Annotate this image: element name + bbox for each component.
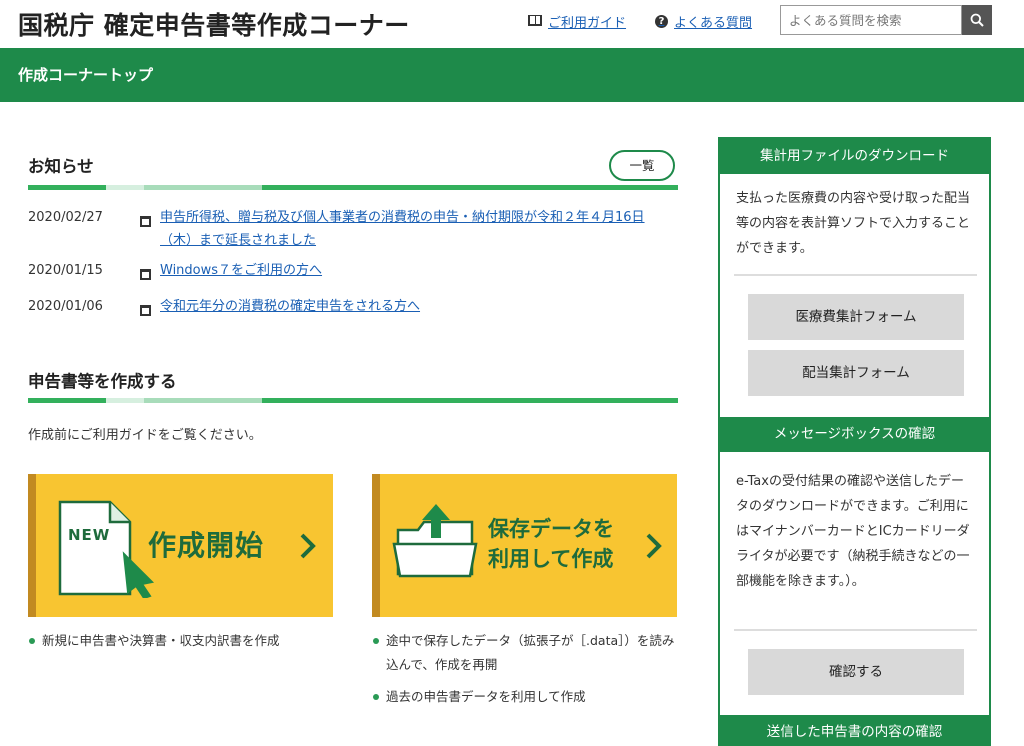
sent-section-title[interactable]: 送信した申告書の内容の確認	[720, 715, 989, 746]
load-saved-card[interactable]: 保存データを 利用して作成	[372, 474, 677, 617]
site-header: 国税庁 確定申告書等作成コーナー ご利用ガイド ? よくある質問	[0, 0, 1024, 46]
chevron-right-icon	[300, 533, 316, 559]
divider	[734, 629, 977, 631]
window-icon	[140, 206, 160, 252]
new-badge: NEW	[68, 526, 111, 544]
faq-search	[780, 5, 992, 35]
list-item: 新規に申告書や決算書・収支内訳書を作成	[28, 629, 333, 653]
window-icon	[140, 259, 160, 288]
news-item: 2020/01/06 令和元年分の消費税の確定申告をされる方へ	[28, 295, 678, 324]
load-saved-label-line2: 利用して作成	[488, 547, 614, 571]
news-item: 2020/01/15 Windows７をご利用の方へ	[28, 259, 678, 288]
search-button[interactable]	[962, 5, 992, 35]
news-date: 2020/02/27	[28, 210, 103, 225]
new-bullet-list: 新規に申告書や決算書・収支内訳書を作成	[28, 629, 333, 653]
download-description: 支払った医療費の内容や受け取った配当等の内容を表計算ソフトで入力することができま…	[736, 191, 971, 256]
create-divider	[28, 398, 678, 403]
messagebox-section-title: メッセージボックスの確認	[720, 417, 989, 452]
folder-upload-icon	[392, 504, 478, 578]
nav-bar: 作成コーナートップ	[0, 48, 1024, 102]
news-link[interactable]: Windows７をご利用の方へ	[160, 259, 322, 288]
news-date: 2020/01/15	[28, 263, 103, 278]
news-section-title: お知らせ	[28, 157, 94, 176]
question-icon: ?	[655, 15, 668, 28]
book-icon	[528, 14, 542, 29]
site-title[interactable]: 国税庁 確定申告書等作成コーナー	[18, 6, 410, 42]
search-icon	[970, 13, 984, 27]
start-new-card[interactable]: NEW 作成開始	[28, 474, 333, 617]
list-item: 過去の申告書データを利用して作成	[372, 685, 684, 709]
faq-link[interactable]: ? よくある質問	[655, 12, 752, 31]
new-document-icon	[58, 500, 155, 598]
news-divider	[28, 185, 678, 190]
create-section-title: 申告書等を作成する	[28, 372, 177, 391]
news-list: 2020/02/27 申告所得税、贈与税及び個人事業者の消費税の申告・納付期限が…	[28, 206, 678, 331]
guide-link[interactable]: ご利用ガイド	[528, 12, 626, 31]
news-link[interactable]: 令和元年分の消費税の確定申告をされる方へ	[160, 295, 420, 324]
news-link[interactable]: 申告所得税、贈与税及び個人事業者の消費税の申告・納付期限が令和２年４月16日（木…	[160, 206, 670, 252]
news-more-button[interactable]: 一覧	[609, 150, 675, 181]
nav-title[interactable]: 作成コーナートップ	[18, 64, 153, 85]
confirm-button[interactable]: 確認する	[748, 649, 964, 695]
messagebox-description: e-Taxの受付結果の確認や送信したデータのダウンロードができます。ご利用にはマ…	[736, 474, 970, 589]
start-new-label: 作成開始	[148, 529, 265, 562]
medical-form-button[interactable]: 医療費集計フォーム	[748, 294, 964, 340]
list-item: 途中で保存したデータ（拡張子が［.data］）を読み込んで、作成を再開	[372, 629, 684, 677]
create-intro: 作成前にご利用ガイドをご覧ください。	[28, 428, 262, 443]
news-date: 2020/01/06	[28, 299, 103, 314]
faq-link-label: よくある質問	[674, 16, 753, 31]
sidebar: 集計用ファイルのダウンロード 支払った医療費の内容や受け取った配当等の内容を表計…	[718, 137, 991, 746]
chevron-right-icon	[646, 533, 662, 559]
load-bullet-list: 途中で保存したデータ（拡張子が［.data］）を読み込んで、作成を再開 過去の申…	[372, 629, 684, 709]
dividend-form-button[interactable]: 配当集計フォーム	[748, 350, 964, 396]
download-section-title: 集計用ファイルのダウンロード	[720, 139, 989, 174]
divider	[734, 274, 977, 276]
load-saved-label-line1: 保存データを	[488, 517, 614, 541]
window-icon	[140, 295, 160, 324]
search-input[interactable]	[780, 5, 962, 35]
news-item: 2020/02/27 申告所得税、贈与税及び個人事業者の消費税の申告・納付期限が…	[28, 206, 678, 252]
guide-link-label: ご利用ガイド	[548, 16, 627, 31]
